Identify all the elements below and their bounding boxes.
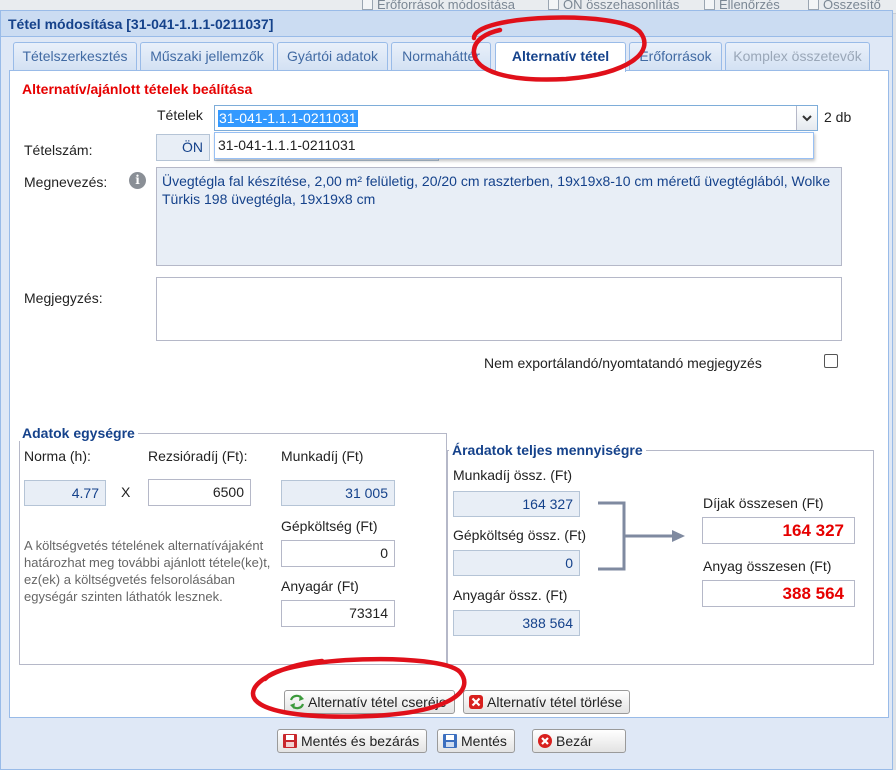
unit-data-legend: Adatok egységre	[19, 425, 138, 441]
munkadij-field: 31 005	[281, 480, 395, 506]
tetel-modositasa-dialog: Tétel módosítása [31-041-1.1.1-0211037] …	[0, 10, 893, 770]
close-label: Bezár	[556, 733, 593, 749]
gepkoltseg-ossz-field: 0	[453, 550, 580, 576]
dropdown-option[interactable]: 31-041-1.1.1-0211031	[218, 137, 356, 153]
sum-bracket-arrow-icon	[598, 501, 685, 571]
gepkoltseg-label: Gépköltség (Ft)	[281, 518, 378, 534]
close-button[interactable]: Bezár	[532, 729, 626, 753]
warning-icon	[704, 0, 715, 10]
alternativ-csere-button[interactable]: Alternatív tétel cseréje	[284, 690, 455, 714]
tab-gyartoi-adatok[interactable]: Gyártói adatok	[277, 42, 388, 70]
anyagar-label: Anyagár (Ft)	[281, 578, 359, 594]
tetelek-combobox[interactable]: 31-041-1.1.1-0211031	[214, 105, 818, 131]
tetelszam-prefix-field: ÖN	[156, 134, 210, 161]
norma-field: 4.77	[24, 480, 106, 506]
summary-icon	[808, 0, 819, 10]
anyag-osszesen-field: 388 564	[702, 580, 855, 607]
tab-normahatter[interactable]: Normaháttér	[391, 42, 491, 70]
section-title: Alternatív/ajánlott tételek beálítása	[22, 81, 253, 97]
edit-resources-icon	[362, 0, 373, 10]
nem-export-checkbox[interactable]	[824, 354, 838, 368]
tetelszam-label: Tételszám:	[24, 142, 93, 158]
megnevezes-label: Megnevezés:	[24, 174, 108, 190]
norma-label: Norma (h):	[24, 448, 91, 464]
dialog-title-bar[interactable]: Tétel módosítása [31-041-1.1.1-0211037]	[1, 11, 892, 37]
alternativ-torles-label: Alternatív tétel törlése	[487, 694, 623, 710]
anyagar-ossz-label: Anyagár össz. (Ft)	[453, 587, 568, 603]
gepkoltseg-ossz-label: Gépköltség össz. (Ft)	[453, 527, 587, 543]
tetelek-selected-value: 31-041-1.1.1-0211031	[218, 110, 358, 127]
multiply-sign: X	[121, 484, 131, 500]
alternativ-torles-button[interactable]: Alternatív tétel törlése	[463, 690, 631, 714]
dialog-title: Tétel módosítása [31-041-1.1.1-0211037]	[8, 16, 274, 32]
save-button[interactable]: Mentés	[437, 729, 515, 753]
anyag-osszesen-label: Anyag összesen (Ft)	[703, 558, 832, 574]
tetelek-label: Tételek	[157, 107, 203, 123]
compare-icon	[548, 0, 559, 10]
tab-tetelszerkesztes[interactable]: Tételszerkesztés	[13, 42, 137, 70]
tetelek-count: 2 db	[824, 109, 852, 125]
swap-arrows-icon	[289, 694, 305, 710]
info-icon[interactable]: i	[129, 172, 146, 189]
megjegyzes-field[interactable]	[156, 277, 842, 341]
dijak-osszesen-label: Díjak összesen (Ft)	[703, 495, 824, 511]
save-icon	[283, 734, 297, 748]
gepkoltseg-input[interactable]: 0	[281, 540, 395, 567]
alternativ-note: A költségvetés tételének alternatívájaké…	[24, 538, 271, 604]
total-data-legend: Áradatok teljes mennyiségre	[449, 442, 646, 458]
save-label: Mentés	[461, 733, 507, 749]
megnevezes-field: Üvegtégla fal készítése, 2,00 m² felület…	[156, 167, 842, 266]
delete-icon	[469, 695, 483, 709]
save-icon	[443, 734, 457, 748]
tab-muszaki-jellemzok[interactable]: Műszaki jellemzők	[140, 42, 274, 70]
megjegyzes-label: Megjegyzés:	[24, 290, 103, 306]
munkadij-ossz-field: 164 327	[453, 491, 580, 517]
tetelek-dropdown-list: 31-041-1.1.1-0211031	[214, 132, 814, 159]
save-and-close-button[interactable]: Mentés és bezárás	[277, 729, 428, 753]
alternativ-csere-label: Alternatív tétel cseréje	[308, 694, 447, 710]
anyagar-input[interactable]: 73314	[281, 600, 395, 627]
alternativ-tetel-panel: Alternatív/ajánlott tételek beálítása Té…	[9, 70, 889, 718]
munkadij-label: Munkadíj (Ft)	[281, 448, 364, 464]
rezsi-input[interactable]: 6500	[148, 479, 251, 506]
munkadij-ossz-label: Munkadíj össz. (Ft)	[453, 467, 573, 483]
chevron-down-icon[interactable]	[796, 106, 817, 130]
anyagar-ossz-field: 388 564	[453, 610, 580, 636]
rezsi-label: Rezsióradíj (Ft):	[148, 448, 248, 464]
save-and-close-label: Mentés és bezárás	[301, 733, 420, 749]
close-icon	[538, 734, 552, 748]
dijak-osszesen-field: 164 327	[702, 517, 855, 544]
tab-komplex-osszetevok: Komplex összetevők	[725, 42, 870, 70]
tab-alternativ-tetel[interactable]: Alternatív tétel	[495, 42, 626, 72]
tab-eroforrasok[interactable]: Erőforrások	[629, 42, 722, 70]
nem-export-label: Nem exportálandó/nyomtatandó megjegyzés	[484, 355, 762, 371]
